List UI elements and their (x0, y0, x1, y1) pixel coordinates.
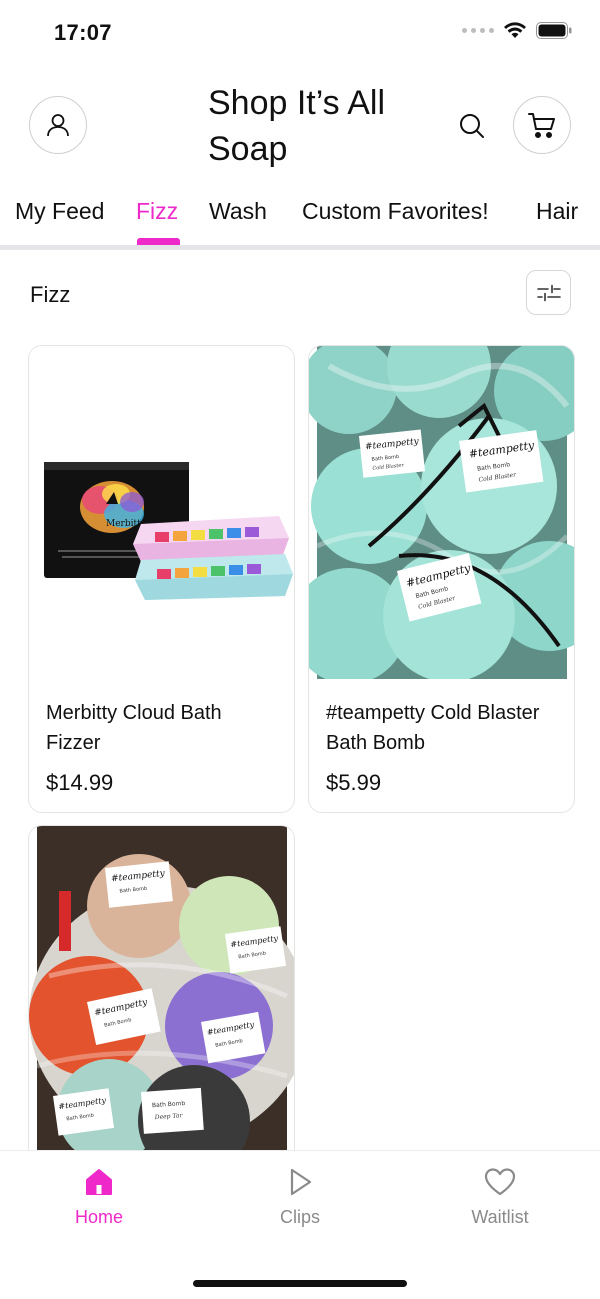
cart-icon (528, 113, 555, 138)
tab-custom-favorites[interactable]: Custom Favorites! (302, 198, 489, 225)
nav-waitlist-label: Waitlist (471, 1207, 529, 1227)
sliders-icon (536, 284, 561, 301)
battery-icon (536, 22, 572, 39)
product-card[interactable]: #teampetty Bath Bomb #teampetty Bath Bom… (28, 825, 295, 1165)
nav-home[interactable]: Home (39, 1167, 159, 1228)
nav-clips[interactable]: Clips (240, 1167, 360, 1228)
signal-dots-icon (462, 28, 494, 33)
active-tab-indicator (137, 238, 180, 245)
cart-button[interactable] (513, 96, 571, 154)
nav-clips-label: Clips (279, 1207, 320, 1227)
tab-fizz[interactable]: Fizz (136, 198, 178, 225)
user-icon (47, 114, 69, 137)
product-image[interactable]: Merbitty (29, 346, 294, 679)
section-title: Fizz (30, 282, 71, 307)
product-card[interactable]: #teampetty Bath Bomb Cold Blaster #teamp… (308, 345, 575, 813)
filter-button[interactable] (526, 270, 571, 315)
product-price: $5.99 (326, 770, 382, 795)
search-icon (460, 114, 484, 138)
bottom-nav: Home Clips Waitlist (0, 1150, 600, 1299)
tab-wash[interactable]: Wash (209, 198, 267, 225)
wifi-icon (504, 22, 526, 38)
store-header: Shop It’s All Soap (0, 66, 600, 186)
home-icon (86, 1169, 112, 1195)
profile-button[interactable] (29, 96, 87, 154)
product-image[interactable]: #teampetty Bath Bomb Cold Blaster #teamp… (309, 346, 574, 684)
status-icons (462, 22, 572, 39)
heart-icon (484, 1168, 516, 1196)
product-name[interactable]: #teampetty Cold Blaster Bath Bomb (326, 698, 561, 758)
nav-home-label: Home (74, 1207, 123, 1227)
category-tabs: My Feed Fizz Wash Custom Favorites! Hair (0, 186, 600, 250)
nav-waitlist[interactable]: Waitlist (440, 1167, 560, 1228)
product-name[interactable]: Merbitty Cloud Bath Fizzer (46, 698, 281, 758)
play-icon (290, 1168, 312, 1196)
product-image[interactable]: #teampetty Bath Bomb #teampetty Bath Bom… (29, 826, 294, 1164)
search-button[interactable] (452, 106, 492, 146)
tab-my-feed[interactable]: My Feed (15, 198, 104, 225)
status-time: 17:07 (54, 20, 112, 45)
store-title: Shop It’s All Soap (208, 84, 386, 168)
product-price: $14.99 (46, 770, 114, 795)
home-indicator (193, 1280, 407, 1287)
product-card[interactable]: Merbitty Merbitty Cloud Bath Fizzer $14.… (28, 345, 295, 813)
status-bar: 17:07 (0, 0, 600, 66)
tab-hair[interactable]: Hair (536, 198, 578, 225)
